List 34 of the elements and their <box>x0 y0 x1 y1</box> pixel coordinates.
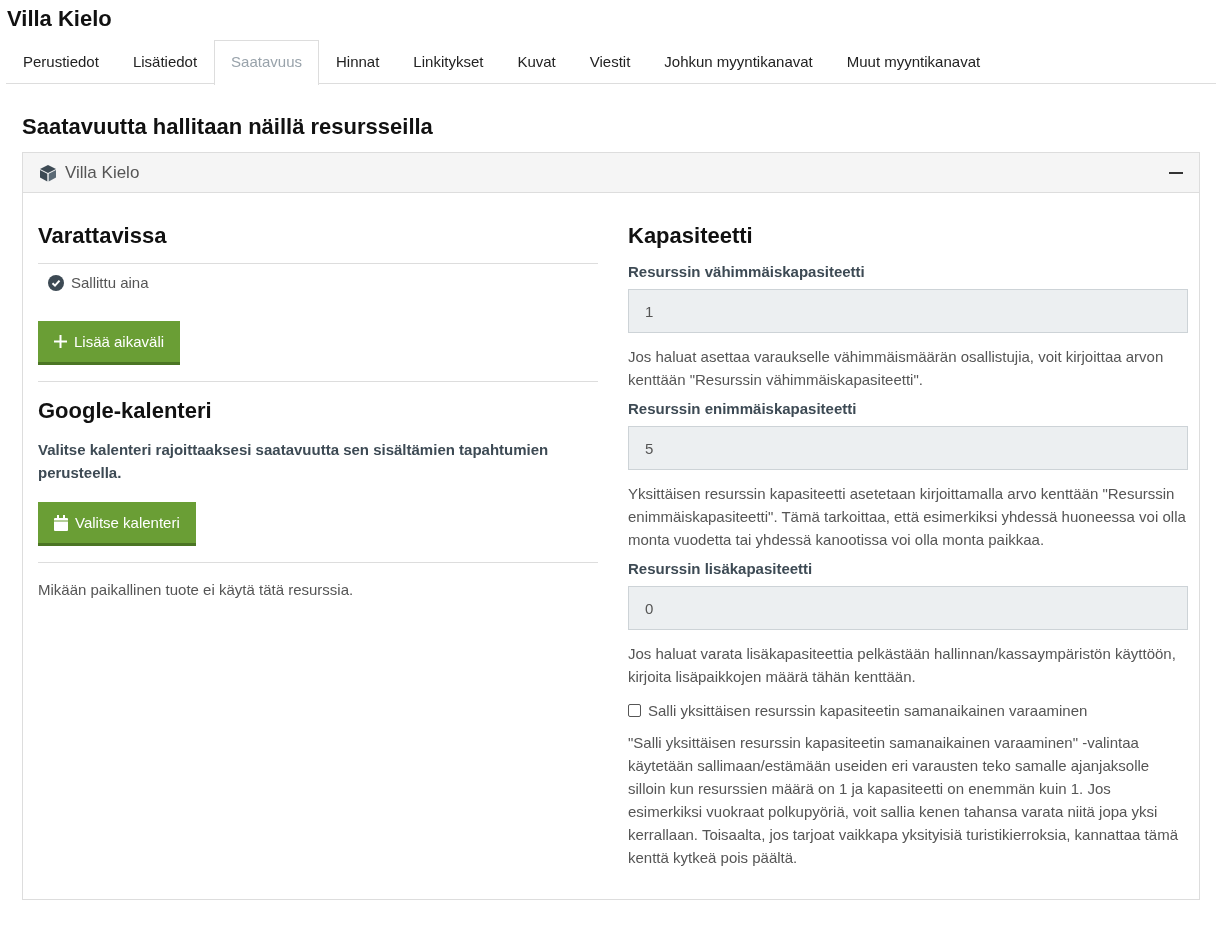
field-label: Resurssin lisäkapasiteetti <box>628 560 814 577</box>
help-text: Jos haluat asettaa varaukselle vähimmäismäärän osallistujia, voit kirjoittaa arvon kenttään "Resurssin vähimmäiskapasiteetti". <box>628 347 1165 390</box>
help-text: "Salli yksittäisen resurssin kapasiteetin samanaikainen varaaminen" -valintaa käytetään sallimaan/estämään useiden eri varausten teko samalle ajanjaksolle silloin kun resurssien määrä on 1 ja kapasiteetti on enemmän kuin 1. Jos esimerkiksi vuokraat polkupyöriä, voit sallia kenen tahansa varata niitä jopa yksi kerrallaan. Toisaalta, jos tarjoat vaikkapa yksityisiä turistikierroksia, kannattaa tämä kenttä kytkeä pois päältä. <box>628 733 1179 868</box>
page-title: Villa Kielo <box>6 5 113 33</box>
field-label: Resurssin vähimmäiskapasiteetti <box>628 263 866 280</box>
panel-title: Villa Kielo <box>65 162 140 183</box>
tab[interactable]: Muut myyntikanavat <box>829 40 998 84</box>
availability-item: Sallittu aina <box>71 274 149 291</box>
section-heading: Saatavuutta hallitaan näillä resursseilla <box>22 114 434 140</box>
minus-icon <box>1169 171 1183 174</box>
tab[interactable]: Hinnat <box>319 40 397 84</box>
usage-note: Mikään paikallinen tuote ei käytä tätä resurssia. <box>38 581 355 598</box>
calendar-icon <box>54 514 68 531</box>
subheading: Kapasiteetti <box>628 223 754 249</box>
checkbox-label: Salli yksittäisen resurssin kapasiteetin samanaikainen varaaminen <box>648 702 1088 719</box>
tab[interactable]: Perustiedot <box>6 40 116 84</box>
number-field[interactable]: 1 <box>628 289 1188 333</box>
plus-icon <box>54 335 67 348</box>
check-circle-icon <box>48 274 64 291</box>
cube-icon <box>39 163 57 182</box>
number-field[interactable]: 0 <box>628 586 1188 630</box>
number-field[interactable]: 5 <box>628 426 1188 470</box>
tab[interactable]: Kuvat <box>500 40 573 84</box>
calendar-description: Valitse kalenteri rajoittaaksesi saatavuutta sen sisältämien tapahtumien perusteella. <box>38 440 550 483</box>
tab[interactable]: Lisätiedot <box>115 40 215 84</box>
help-text: Yksittäisen resurssin kapasiteetti asetetaan kirjoittamalla arvo kenttään "Resurssin enimmäiskapasiteetti". Tämä tarkoittaa, että esimerkiksi yhdessä huoneessa voi olla monta vuodetta tai yhdessä kanootissa voi olla monta paikkaa. <box>628 484 1187 550</box>
checkbox[interactable] <box>628 704 641 717</box>
help-text: Jos haluat varata lisäkapasiteettia pelkästään hallinnan/kassaympäristön käyttöön, kirjoita lisäpaikkojen määrä tähän kenttään. <box>628 644 1177 687</box>
subheading: Varattavissa <box>38 223 168 249</box>
tab[interactable]: Johkun myyntikanavat <box>647 40 830 84</box>
field-label: Resurssin enimmäiskapasiteetti <box>628 400 858 417</box>
tab[interactable]: Viestit <box>572 40 648 84</box>
subheading: Google-kalenteri <box>38 398 213 424</box>
tab[interactable]: Linkitykset <box>396 40 501 84</box>
